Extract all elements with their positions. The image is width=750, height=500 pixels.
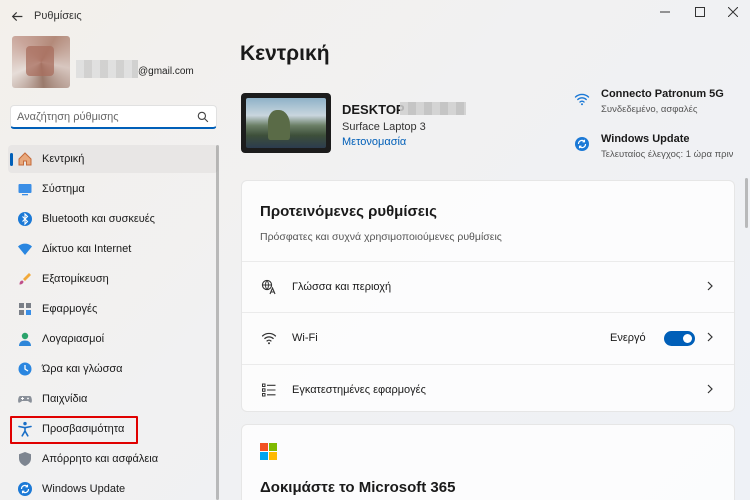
sidebar-item-label: Bluetooth και συσκευές [42, 213, 155, 225]
arrow-left-icon [11, 11, 22, 21]
device-model: Surface Laptop 3 [342, 121, 426, 133]
recommended-settings-card: Προτεινόμενες ρυθμίσεις Πρόσφατες και συ… [241, 180, 735, 412]
update-last-checked: Τελευταίος έλεγχος: 1 ώρα πριν [601, 149, 734, 160]
sidebar-item-label: Ώρα και γλώσσα [42, 363, 123, 375]
sidebar-item-label: Παιχνίδια [42, 393, 88, 405]
row-label: Wi-Fi [292, 332, 318, 344]
minimize-icon [660, 11, 670, 13]
wifi-toggle-state: Ενεργό [610, 332, 646, 344]
main-scrollbar[interactable] [745, 178, 748, 228]
account-icon [17, 331, 33, 347]
sidebar-item-label: Σύστημα [42, 183, 85, 195]
maximize-button[interactable] [685, 2, 715, 22]
setting-row-installed-apps[interactable]: Εγκατεστημένες εφαρμογές [242, 364, 734, 415]
microsoft-logo-icon [260, 443, 277, 460]
sidebar-item-home[interactable]: Κεντρική [8, 145, 218, 173]
sidebar-item-time-language[interactable]: Ώρα και γλώσσα [8, 355, 218, 383]
sidebar-item-personalization[interactable]: Εξατομίκευση [8, 265, 218, 293]
search-box[interactable] [10, 105, 217, 129]
sidebar-nav: Κεντρική Σύστημα Bluetooth και συσκευές … [8, 145, 218, 500]
card-subtitle: Πρόσφατες και συχνά χρησιμοποιούμενες ρυ… [260, 231, 502, 243]
device-name-redaction [400, 102, 466, 115]
wifi-icon [260, 329, 278, 347]
apps-icon [17, 301, 33, 317]
sidebar-item-label: Windows Update [42, 483, 126, 495]
home-icon [17, 151, 33, 167]
brush-icon [17, 271, 33, 287]
title-bar: Ρυθμίσεις [0, 0, 750, 32]
setting-row-language[interactable]: Γλώσσα και περιοχή [242, 261, 734, 312]
minimize-button[interactable] [650, 2, 680, 22]
update-icon [17, 481, 33, 497]
clock-globe-icon [17, 361, 33, 377]
sidebar-item-label: Κεντρική [42, 153, 85, 165]
gamepad-icon [17, 391, 33, 407]
sidebar-item-label: Απόρρητο και ασφάλεια [42, 453, 159, 465]
device-wallpaper [246, 98, 326, 148]
back-button[interactable] [6, 6, 28, 26]
close-button[interactable] [718, 2, 748, 22]
maximize-icon [695, 7, 705, 17]
page-title: Κεντρική [240, 42, 330, 65]
wifi-icon [573, 90, 591, 108]
card-title: Προτεινόμενες ρυθμίσεις [260, 203, 437, 220]
row-label: Εγκατεστημένες εφαρμογές [292, 384, 426, 396]
wifi-network-name: Connecto Patronum 5G [601, 88, 724, 100]
email-redaction [76, 60, 138, 78]
sidebar-item-privacy[interactable]: Απόρρητο και ασφάλεια [8, 445, 218, 473]
sidebar-item-label: Λογαριασμοί [42, 333, 105, 345]
language-icon [260, 278, 278, 296]
app-title: Ρυθμίσεις [34, 10, 82, 22]
rename-link[interactable]: Μετονομασία [342, 136, 406, 148]
wifi-toggle[interactable] [664, 330, 695, 346]
avatar[interactable] [12, 36, 70, 88]
sidebar-item-apps[interactable]: Εφαρμογές [8, 295, 218, 323]
sidebar-item-bluetooth[interactable]: Bluetooth και συσκευές [8, 205, 218, 233]
chevron-right-icon [706, 280, 714, 294]
search-icon[interactable] [196, 110, 210, 124]
sidebar-item-accounts[interactable]: Λογαριασμοί [8, 325, 218, 353]
device-name: DESKTOP [342, 102, 405, 117]
microsoft-365-card[interactable]: Δοκιμάστε το Microsoft 365 [241, 424, 735, 500]
sidebar-item-network[interactable]: Δίκτυο και Internet [8, 235, 218, 263]
sidebar-item-windows-update[interactable]: Windows Update [8, 475, 218, 500]
sidebar-item-system[interactable]: Σύστημα [8, 175, 218, 203]
account-email: @gmail.com [138, 66, 194, 77]
search-input[interactable] [17, 110, 196, 123]
close-icon [728, 7, 738, 17]
sidebar-item-label: Δίκτυο και Internet [42, 243, 132, 255]
chevron-right-icon [706, 383, 714, 397]
list-icon [260, 381, 278, 399]
chevron-right-icon [706, 331, 714, 345]
sidebar-item-label: Εξατομίκευση [42, 273, 109, 285]
sidebar-item-label: Εφαρμογές [42, 303, 98, 315]
update-icon [573, 135, 591, 153]
shield-icon [17, 451, 33, 467]
row-label: Γλώσσα και περιοχή [292, 281, 392, 293]
device-image [241, 93, 331, 153]
sidebar-item-gaming[interactable]: Παιχνίδια [8, 385, 218, 413]
highlight-box [10, 416, 138, 444]
network-icon [17, 241, 33, 257]
system-icon [17, 181, 33, 197]
bluetooth-icon [17, 211, 33, 227]
wifi-status-text: Συνδεδεμένο, ασφαλές [601, 104, 698, 115]
update-title: Windows Update [601, 133, 690, 145]
sidebar-scrollbar[interactable] [216, 145, 219, 500]
card-title: Δοκιμάστε το Microsoft 365 [260, 479, 456, 496]
setting-row-wifi[interactable]: Wi-Fi Ενεργό [242, 312, 734, 363]
